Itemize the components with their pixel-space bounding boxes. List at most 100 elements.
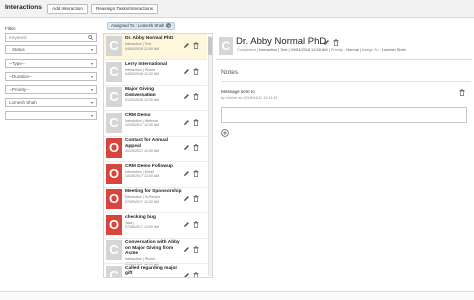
assigned-filter-chip: Assigned To : Lomesh Shah ×	[107, 22, 176, 30]
edit-pencil-icon[interactable]	[323, 39, 330, 46]
detail-panel: C Dr. Abby Normal PhD Completed | Intera…	[216, 33, 472, 278]
item-actions	[183, 42, 203, 49]
duration-select[interactable]: --Duration-- ▾	[5, 72, 97, 81]
app-header: Interactions Add Interaction Reassign Ta…	[0, 0, 474, 18]
list-item[interactable]: C CRM Demo Interaction | Webinar 10/25/2017…	[104, 111, 207, 136]
trash-icon[interactable]	[193, 271, 199, 279]
list-scroll-thumb[interactable]	[208, 37, 212, 55]
list-item[interactable]: C Dr. Abby Normal PhD Interaction | Text 04…	[104, 34, 207, 59]
keyword-search-input[interactable]: Keyword	[5, 33, 97, 42]
assignee-select[interactable]: Lomesh Shah ▾	[5, 98, 97, 107]
item-date: 04/03/2018 12:00 AM	[125, 72, 160, 76]
note-byline: by Online on 2018/04/11 10:11:51	[221, 96, 278, 100]
trash-icon[interactable]	[193, 118, 199, 126]
trash-icon[interactable]	[193, 42, 199, 49]
status-select[interactable]: Status ▾	[5, 45, 97, 54]
meta-priority-label: Priority :	[330, 47, 346, 52]
meta-type: Interaction	[259, 47, 278, 52]
trash-icon[interactable]	[193, 220, 199, 228]
remove-filter-icon[interactable]: ×	[166, 23, 172, 29]
trash-icon[interactable]	[193, 246, 199, 253]
page-title: Interactions	[5, 4, 42, 11]
list-item[interactable]: O Meeting for Sponsorship Interaction | In…	[104, 187, 207, 212]
trash-icon[interactable]	[193, 67, 199, 75]
edit-pencil-icon[interactable]	[183, 170, 190, 177]
keyword-placeholder: Keyword	[9, 35, 27, 40]
item-avatar: C	[106, 36, 122, 56]
list-item[interactable]: O CRM Demo Followup Interaction | Email 10/…	[104, 162, 207, 187]
duration-value: --Duration--	[9, 74, 33, 79]
divider	[216, 59, 472, 60]
type-select[interactable]: --Type-- ▾	[5, 59, 97, 68]
filter-label: Filter:	[5, 26, 17, 31]
edit-pencil-icon[interactable]	[183, 93, 190, 100]
list-item[interactable]: Ochecking bug Task | 07/06/2017 12:00 AM	[104, 213, 207, 238]
edit-pencil-icon[interactable]	[183, 144, 190, 151]
priority-select[interactable]: --Priority-- ▾	[5, 85, 97, 94]
edit-pencil-icon[interactable]	[183, 119, 190, 126]
chevron-down-icon: ▾	[90, 87, 93, 92]
footer-bar	[0, 291, 474, 300]
edit-pencil-icon[interactable]	[183, 68, 190, 75]
item-title: Conversation with Abby on Major Giving f…	[125, 240, 180, 257]
item-actions	[183, 195, 203, 202]
list-scrollbar[interactable]	[208, 36, 212, 276]
meta-channel: Text	[280, 47, 288, 52]
item-avatar: O	[106, 189, 122, 209]
item-title: Lerry International	[125, 61, 168, 67]
chevron-down-icon: ▾	[90, 100, 93, 105]
item-date: 10/25/2017 12:00 AM	[125, 123, 160, 127]
add-note-icon[interactable]	[221, 129, 229, 137]
trash-icon[interactable]	[193, 195, 199, 202]
edit-pencil-icon[interactable]	[183, 195, 190, 202]
edit-pencil-icon[interactable]	[183, 246, 190, 253]
trash-icon[interactable]	[193, 144, 199, 151]
edit-pencil-icon[interactable]	[183, 221, 190, 228]
item-date: 07/09/2017 12:00 AM	[125, 199, 160, 204]
divider	[221, 81, 471, 82]
reassign-tasks-button[interactable]: Reassign Tasks/Interactions	[91, 4, 159, 14]
item-actions	[183, 271, 203, 279]
item-date: 01/25/2018 12:00 AM	[125, 97, 160, 102]
item-actions	[183, 144, 203, 151]
add-interaction-button[interactable]: Add Interaction	[47, 4, 88, 14]
trash-icon[interactable]	[193, 169, 199, 177]
item-avatar: C	[106, 61, 122, 82]
item-date: 10/25/2017 12:00 AM	[125, 148, 160, 153]
meta-assignee: Lomesh Shah	[381, 47, 406, 52]
item-avatar: O	[106, 138, 122, 158]
item-avatar: C	[106, 240, 122, 260]
detail-title: Dr. Abby Normal PhD	[236, 36, 327, 47]
detail-meta: Completed | Interaction | Text | 04/04/2…	[237, 47, 406, 52]
detail-avatar: C	[219, 37, 233, 55]
search-icon[interactable]	[88, 35, 93, 40]
assigned-filter-label: Assigned To : Lomesh Shah	[111, 23, 165, 28]
list-item[interactable]: O Contact for Annual Appeal Task | 10/25/20…	[104, 136, 207, 161]
trash-icon[interactable]	[333, 39, 339, 46]
item-title: checking bug	[125, 214, 156, 220]
list-item[interactable]: C Major Giving Conversation Interaction | …	[104, 85, 207, 110]
note-input[interactable]	[221, 107, 467, 123]
list-item[interactable]: C Lerry International Interaction | Phone 0…	[104, 60, 207, 85]
edit-pencil-icon[interactable]	[183, 42, 190, 49]
chevron-down-icon: ▾	[90, 74, 93, 79]
status-value: Status	[12, 47, 25, 52]
assignee-value: Lomesh Shah	[9, 100, 37, 105]
item-actions	[183, 93, 203, 100]
meta-priority: Normal	[346, 47, 359, 52]
type-value: --Type--	[9, 61, 25, 66]
extra-filter-select[interactable]: ▾	[5, 111, 97, 120]
trash-icon[interactable]	[193, 93, 199, 100]
item-avatar: C	[106, 265, 122, 277]
item-date: 04/04/2018 12:00 AM	[125, 46, 160, 51]
interaction-list: C Dr. Abby Normal PhD Interaction | Text 04…	[103, 33, 213, 278]
list-item[interactable]: CCalled regarding major giftInteraction …	[104, 264, 207, 279]
edit-pencil-icon[interactable]	[183, 272, 190, 279]
notes-heading: Notes	[221, 69, 239, 76]
item-actions	[183, 118, 203, 126]
trash-icon[interactable]	[459, 89, 465, 96]
item-title: Called regarding major gift	[125, 265, 178, 277]
item-actions	[183, 246, 203, 253]
list-item[interactable]: C Conversation with Abby on Major Giving …	[104, 238, 207, 266]
priority-value: --Priority--	[9, 87, 29, 92]
